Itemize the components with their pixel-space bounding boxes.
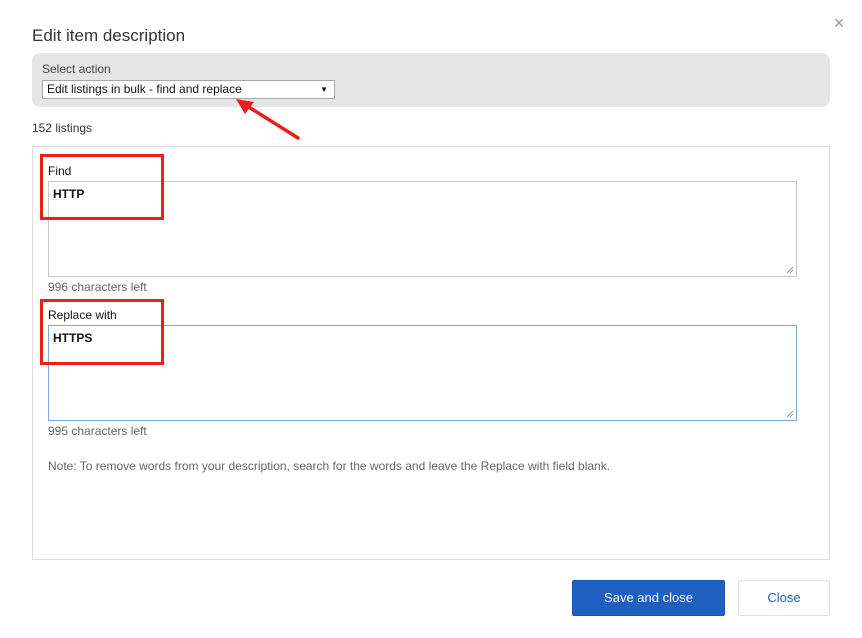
close-icon[interactable]: × — [830, 14, 848, 32]
select-action-value: Edit listings in bulk - find and replace — [47, 82, 242, 96]
replace-chars-left: 995 characters left — [48, 424, 147, 438]
select-action-panel: Select action Edit listings in bulk - fi… — [32, 53, 830, 107]
resize-grip-icon[interactable] — [786, 266, 794, 274]
find-value: HTTP — [53, 187, 85, 201]
save-and-close-button[interactable]: Save and close — [572, 580, 725, 616]
replace-label: Replace with — [48, 308, 117, 322]
select-action-dropdown[interactable]: Edit listings in bulk - find and replace… — [42, 80, 335, 99]
resize-grip-icon[interactable] — [786, 410, 794, 418]
find-label: Find — [48, 164, 72, 178]
find-textarea[interactable]: HTTP — [48, 181, 797, 277]
replace-textarea[interactable]: HTTPS — [48, 325, 797, 421]
listing-count: 152 listings — [32, 121, 93, 135]
edit-description-dialog: Edit item description × Select action Ed… — [0, 0, 862, 638]
caret-down-icon: ▼ — [320, 85, 328, 94]
select-action-label: Select action — [42, 62, 111, 76]
close-button[interactable]: Close — [738, 580, 830, 616]
dialog-title: Edit item description — [32, 26, 186, 45]
find-chars-left: 996 characters left — [48, 280, 147, 294]
replace-value: HTTPS — [53, 331, 93, 345]
note-text: Note: To remove words from your descript… — [48, 459, 611, 473]
